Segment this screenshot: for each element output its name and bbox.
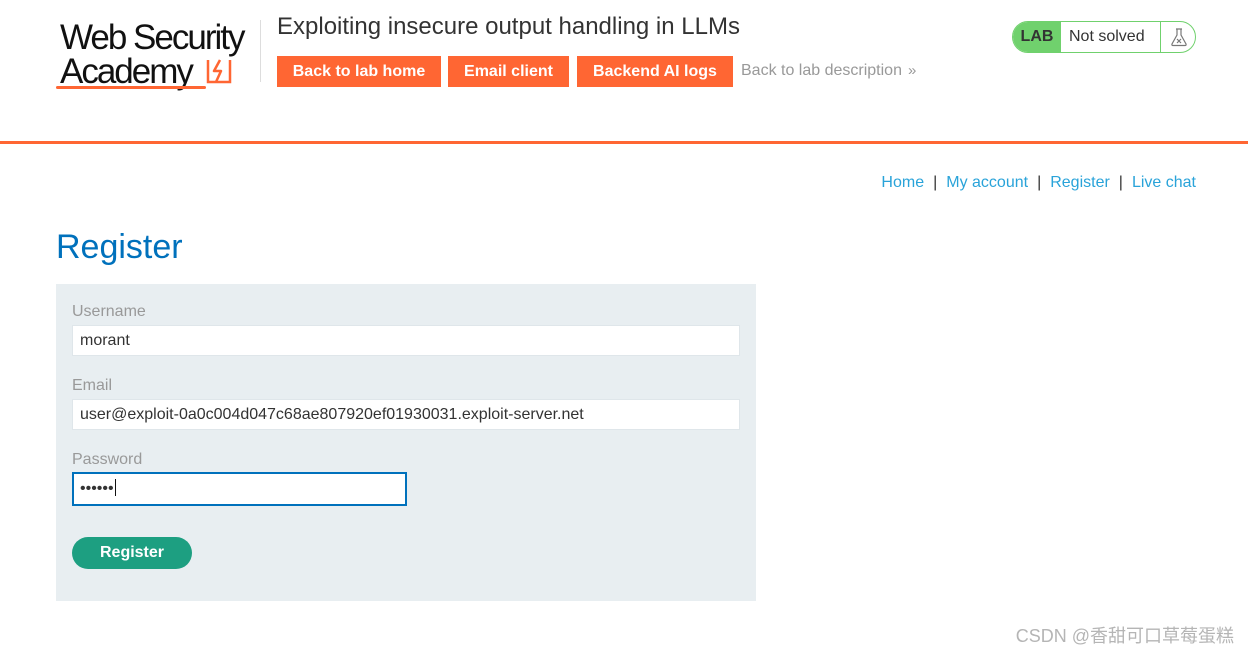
csdn-watermark: CSDN @香甜可口草莓蛋糕 bbox=[1015, 626, 1234, 646]
back-to-lab-home-button[interactable]: Back to lab home bbox=[277, 56, 441, 87]
flask-icon bbox=[1171, 28, 1187, 47]
lab-title: Exploiting insecure output handling in L… bbox=[277, 13, 740, 40]
backend-ai-logs-button[interactable]: Backend AI logs bbox=[577, 56, 733, 87]
email-label: Email bbox=[72, 377, 113, 394]
nav-separator: | bbox=[933, 174, 938, 191]
email-client-button[interactable]: Email client bbox=[448, 56, 569, 87]
page-title: Register bbox=[56, 228, 183, 266]
account-nav: Home | My account | Register | Live chat bbox=[881, 174, 1196, 192]
page: Web Security Academy Exploiting insecure… bbox=[0, 0, 1248, 654]
username-label: Username bbox=[72, 303, 146, 320]
logo-line2: Academy bbox=[60, 52, 194, 91]
register-form: Username morant Email user@exploit-0a0c0… bbox=[56, 284, 756, 601]
username-input[interactable]: morant bbox=[72, 325, 740, 356]
logo-underline bbox=[56, 86, 206, 89]
header: Web Security Academy Exploiting insecure… bbox=[0, 0, 1248, 144]
nav-link-live-chat[interactable]: Live chat bbox=[1132, 174, 1196, 191]
nav-link-home[interactable]: Home bbox=[881, 174, 924, 191]
password-masked-value: •••••• bbox=[80, 480, 114, 497]
password-label: Password bbox=[72, 451, 143, 468]
nav-link-register[interactable]: Register bbox=[1050, 174, 1110, 191]
nav-separator: | bbox=[1037, 174, 1042, 191]
text-caret bbox=[114, 479, 116, 496]
lab-status-text: Not solved bbox=[1069, 28, 1145, 45]
web-security-academy-logo[interactable]: Web Security Academy bbox=[56, 18, 261, 92]
lightning-bolt-icon bbox=[206, 59, 232, 84]
password-input[interactable]: •••••• bbox=[72, 472, 407, 506]
lab-badge: LAB bbox=[1013, 22, 1061, 52]
nav-link-my-account[interactable]: My account bbox=[946, 174, 1028, 191]
nav-separator: | bbox=[1118, 174, 1123, 191]
double-chevron-right-icon: » bbox=[907, 62, 917, 79]
register-submit-button[interactable]: Register bbox=[72, 537, 192, 569]
back-to-lab-description-label: Back to lab description bbox=[741, 62, 902, 79]
logo-line1: Web Security bbox=[60, 18, 245, 57]
lab-status-widget: LAB Not solved bbox=[1012, 21, 1196, 53]
header-divider bbox=[260, 20, 261, 82]
back-to-lab-description-link[interactable]: Back to lab description » bbox=[741, 62, 916, 80]
lab-status-divider bbox=[1160, 22, 1161, 52]
email-input[interactable]: user@exploit-0a0c004d047c68ae807920ef019… bbox=[72, 399, 740, 430]
